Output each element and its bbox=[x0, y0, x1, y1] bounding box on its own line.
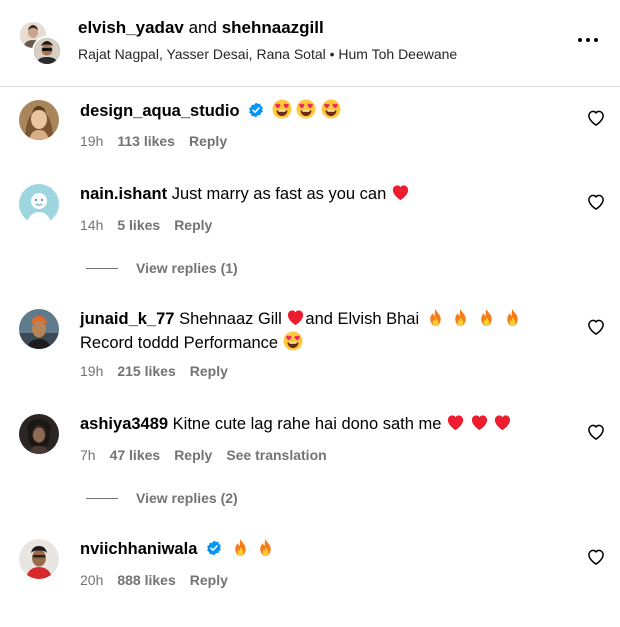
verified-badge-icon bbox=[248, 102, 264, 118]
see-translation-button[interactable]: See translation bbox=[226, 447, 326, 463]
heart-eyes-emoji-icon bbox=[296, 99, 316, 119]
reply-button[interactable]: Reply bbox=[189, 133, 227, 149]
like-heart-icon[interactable] bbox=[586, 192, 606, 212]
divider bbox=[86, 267, 118, 269]
avatar[interactable] bbox=[19, 184, 59, 224]
view-replies-button[interactable]: View replies (2) bbox=[86, 490, 238, 506]
comment-text: and Elvish Bhai bbox=[305, 310, 420, 328]
comment-body: junaid_k_77 Shehnaaz Gill and Elvish Bha… bbox=[80, 308, 580, 355]
fire-emoji-icon bbox=[256, 538, 275, 557]
comment-time[interactable]: 19h bbox=[80, 363, 103, 379]
comment-text: Record toddd Performance bbox=[80, 334, 279, 352]
red-heart-emoji-icon bbox=[446, 413, 465, 432]
view-replies-label: View replies (2) bbox=[136, 490, 238, 506]
comment-text: Shehnaaz Gill bbox=[179, 310, 282, 328]
comment-meta: 19h 215 likes Reply bbox=[80, 363, 228, 379]
comment-body: design_aqua_studio bbox=[80, 99, 580, 123]
avatar[interactable] bbox=[32, 36, 62, 66]
like-heart-icon[interactable] bbox=[586, 547, 606, 567]
comment-likes[interactable]: 5 likes bbox=[117, 217, 160, 233]
heart-eyes-emoji-icon bbox=[283, 331, 303, 351]
view-replies-label: View replies (1) bbox=[136, 260, 238, 276]
red-heart-emoji-icon bbox=[391, 183, 410, 202]
red-heart-emoji-icon bbox=[286, 308, 305, 327]
comment-time[interactable]: 7h bbox=[80, 447, 96, 463]
reply-button[interactable]: Reply bbox=[190, 363, 228, 379]
author-connector: and bbox=[188, 18, 217, 37]
audio-credits[interactable]: Rajat Nagpal, Yasser Desai, Rana Sotal •… bbox=[78, 46, 457, 62]
comment-username[interactable]: design_aqua_studio bbox=[80, 102, 240, 120]
verified-badge-icon bbox=[206, 540, 222, 556]
reply-button[interactable]: Reply bbox=[174, 447, 212, 463]
comment-username[interactable]: junaid_k_77 bbox=[80, 310, 174, 328]
comment-meta: 14h 5 likes Reply bbox=[80, 217, 212, 233]
fire-emoji-icon bbox=[503, 308, 522, 327]
comment-likes[interactable]: 888 likes bbox=[117, 572, 175, 588]
red-heart-emoji-icon bbox=[493, 413, 512, 432]
more-icon-dot bbox=[594, 38, 598, 42]
divider bbox=[86, 497, 118, 499]
comment-username[interactable]: nain.ishant bbox=[80, 185, 167, 203]
comment-time[interactable]: 19h bbox=[80, 133, 103, 149]
author-link[interactable]: elvish_yadav bbox=[78, 18, 184, 37]
more-icon-dot bbox=[586, 38, 590, 42]
collab-avatars[interactable] bbox=[18, 20, 62, 66]
post-authors: elvish_yadav and shehnaazgill bbox=[78, 18, 324, 38]
post-header: elvish_yadav and shehnaazgill Rajat Nagp… bbox=[0, 0, 620, 85]
heart-eyes-emoji-icon bbox=[272, 99, 292, 119]
comment-time[interactable]: 20h bbox=[80, 572, 103, 588]
avatar[interactable] bbox=[19, 539, 59, 579]
comment-text: Just marry as fast as you can bbox=[171, 185, 387, 203]
more-icon-dot bbox=[578, 38, 582, 42]
avatar[interactable] bbox=[19, 414, 59, 454]
comment-body: nain.ishant Just marry as fast as you ca… bbox=[80, 183, 580, 206]
author-link[interactable]: shehnaazgill bbox=[222, 18, 324, 37]
fire-emoji-icon bbox=[451, 308, 470, 327]
comment-body: ashiya3489 Kitne cute lag rahe hai dono … bbox=[80, 413, 580, 436]
fire-emoji-icon bbox=[477, 308, 496, 327]
fire-emoji-icon bbox=[426, 308, 445, 327]
comment-likes[interactable]: 113 likes bbox=[117, 133, 175, 149]
comment-meta: 20h 888 likes Reply bbox=[80, 572, 228, 588]
red-heart-emoji-icon bbox=[470, 413, 489, 432]
like-heart-icon[interactable] bbox=[586, 108, 606, 128]
like-heart-icon[interactable] bbox=[586, 317, 606, 337]
comment-meta: 7h 47 likes Reply See translation bbox=[80, 447, 327, 463]
heart-eyes-emoji-icon bbox=[321, 99, 341, 119]
divider bbox=[0, 86, 620, 87]
avatar[interactable] bbox=[19, 309, 59, 349]
comment-username[interactable]: nviichhaniwala bbox=[80, 540, 197, 558]
more-options-button[interactable] bbox=[572, 30, 604, 50]
view-replies-button[interactable]: View replies (1) bbox=[86, 260, 238, 276]
comment-likes[interactable]: 47 likes bbox=[110, 447, 161, 463]
comment-meta: 19h 113 likes Reply bbox=[80, 133, 227, 149]
avatar[interactable] bbox=[19, 100, 59, 140]
comment-time[interactable]: 14h bbox=[80, 217, 103, 233]
like-heart-icon[interactable] bbox=[586, 422, 606, 442]
reply-button[interactable]: Reply bbox=[190, 572, 228, 588]
comment-text: Kitne cute lag rahe hai dono sath me bbox=[172, 415, 442, 433]
comment-likes[interactable]: 215 likes bbox=[117, 363, 175, 379]
reply-button[interactable]: Reply bbox=[174, 217, 212, 233]
fire-emoji-icon bbox=[231, 538, 250, 557]
comment-body: nviichhaniwala bbox=[80, 538, 580, 561]
comment-username[interactable]: ashiya3489 bbox=[80, 415, 168, 433]
